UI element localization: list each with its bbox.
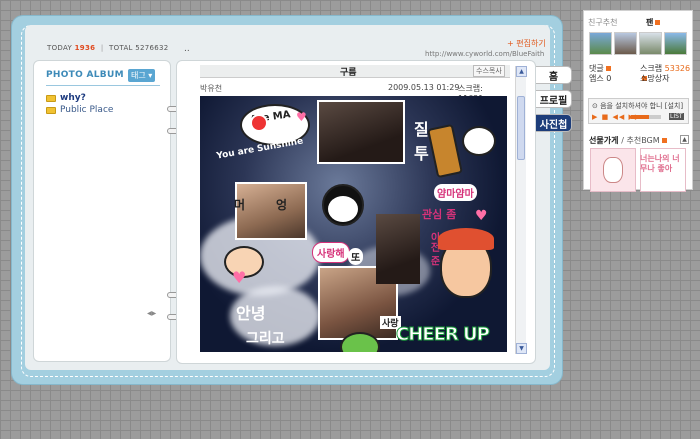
playlist-button[interactable]: LIST — [669, 113, 684, 120]
collage-text-cheer-up: CHEER UP — [396, 324, 491, 346]
scroll-down-icon[interactable]: ▼ — [516, 343, 527, 354]
scrap-button[interactable]: 수스목사 — [473, 65, 505, 77]
apps-value: 0 — [606, 74, 612, 83]
collage-photo — [235, 182, 307, 240]
scroll-up-icon[interactable]: ▲ — [516, 66, 527, 77]
folder-icon — [46, 106, 56, 114]
post-title: 구름 — [340, 68, 357, 78]
gift-sub-text: / 추천BGM — [621, 136, 660, 145]
scroll-thumb[interactable] — [517, 96, 525, 160]
fan-label[interactable]: 팬 — [646, 17, 661, 28]
photo-collage: Are MA You are Sunshine 질 투 머 엉 얌마얌마 관심 … — [200, 96, 507, 352]
tab-profile[interactable]: 프로필 — [536, 90, 572, 108]
collage-text-saranghae: 사랑해 — [312, 242, 350, 263]
scrap-value: 53326 — [664, 64, 691, 73]
collage-text-annyeong: 안녕 — [236, 304, 266, 323]
heart-icon: ♥ — [296, 110, 307, 124]
folder-item-why[interactable]: why? — [46, 93, 86, 103]
collage-text-tu: 투 — [414, 144, 429, 163]
post-author[interactable]: 박유천 — [200, 83, 222, 94]
gift-shop-title[interactable]: 선물가게 / 추천BGM — [589, 135, 667, 146]
tab-home[interactable]: 홈 — [536, 66, 572, 84]
total-value: 5276632 — [135, 44, 169, 52]
friend-thumb[interactable] — [589, 32, 612, 55]
collage-text-geurigo: 그리고 — [246, 331, 285, 347]
volume-slider[interactable] — [631, 115, 661, 119]
collage-photo — [376, 214, 420, 284]
new-icon — [655, 20, 661, 25]
collage-text-jil: 질 — [414, 120, 429, 139]
collage-text-meong2: 엉 — [276, 198, 288, 212]
heart-icon: ♥ — [232, 268, 247, 287]
folder-label: Public Place — [60, 105, 114, 115]
resize-triangle-icon[interactable]: ◀▶ — [147, 310, 156, 317]
edit-link[interactable]: + 편집하기 — [507, 38, 546, 49]
gift-title-text: 선물가게 — [589, 136, 619, 145]
apps-link[interactable]: 앱스 0 — [589, 73, 611, 84]
post-date: 2009.05.13 01:29 — [388, 83, 460, 92]
collage-photo — [317, 100, 405, 164]
counter-separator: | — [100, 44, 104, 52]
new-icon — [661, 138, 667, 143]
friend-thumbnails — [589, 32, 687, 55]
album-divider — [46, 85, 160, 86]
bgm-player: ⊙ 음을 설치하셔야 합니 [설치] ▶ ■ ◀◀ ▶▶ LIST — [588, 98, 689, 124]
album-title: PHOTO ALBUM — [46, 70, 124, 80]
friends-recommend-label[interactable]: 친구추천 — [588, 17, 617, 28]
right-widget-panel: 친구추천 팬 댓글 앱스 0 스크랩 53326 소망상자 ⊙ 음을 설치하셔야… — [583, 10, 693, 192]
comments-label: 댓글 — [589, 64, 604, 73]
today-value: 1936 — [74, 44, 96, 52]
collage-text-tto: 또 — [348, 248, 364, 265]
wish-box-link[interactable]: 소망상자 — [640, 73, 669, 84]
folder-label: why? — [60, 93, 86, 103]
friend-thumb[interactable] — [614, 32, 637, 55]
player-message[interactable]: ⊙ 음을 설치하셔야 합니 [설치] — [592, 101, 683, 111]
gift-text: 너는나의 너무나 좋아 — [640, 154, 680, 173]
new-icon — [605, 66, 611, 71]
album-sidebar: PHOTO ALBUM 태그 ▾ why? Public Place ◀▶ — [33, 60, 171, 362]
folder-icon — [46, 94, 56, 102]
collage-text-meong1: 머 — [234, 198, 246, 212]
homepage-url[interactable]: http://www.cyworld.com/BlueFaith — [425, 50, 544, 58]
fan-text: 팬 — [646, 18, 654, 27]
today-label: TODAY — [47, 44, 73, 52]
scrap-label: 스크랩 — [458, 84, 481, 93]
collapse-icon[interactable]: ▲ — [680, 135, 689, 144]
collage-text-gwansim: 관심 좀 — [422, 208, 457, 221]
collage-text-yamayama: 얌마얌마 — [434, 184, 477, 201]
friend-thumb[interactable] — [664, 32, 687, 55]
scrap-label: 스크랩 — [640, 64, 663, 73]
visitor-counter: TODAY 1936 | TOTAL 5276632 — [47, 44, 169, 52]
tab-photo-album[interactable]: 사진첩 — [536, 114, 572, 132]
header-dots: .. — [184, 44, 190, 54]
heart-icon: ♥ — [475, 208, 488, 224]
post-scrollbar[interactable]: ▲ ▼ — [515, 66, 527, 354]
total-label: TOTAL — [109, 44, 133, 52]
friend-thumb[interactable] — [639, 32, 662, 55]
gift-image-rabbit[interactable] — [590, 148, 636, 192]
apps-label: 앱스 — [589, 74, 604, 83]
tag-button[interactable]: 태그 ▾ — [128, 69, 156, 82]
folder-item-public-place[interactable]: Public Place — [46, 105, 113, 115]
